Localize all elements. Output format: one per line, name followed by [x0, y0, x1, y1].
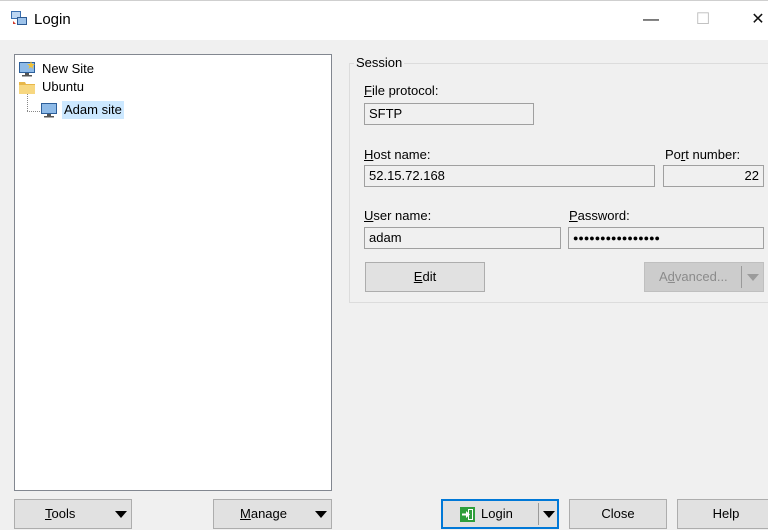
tree-item-label: Ubuntu: [42, 79, 84, 94]
password-input[interactable]: ●●●●●●●●●●●●●●●●: [568, 227, 764, 249]
user-name-input[interactable]: adam: [364, 227, 561, 249]
tree-item-ubuntu[interactable]: Ubuntu: [18, 78, 218, 96]
host-name-input[interactable]: 52.15.72.168: [364, 165, 655, 187]
login-label: Login: [481, 506, 513, 521]
session-group-label: Session: [354, 55, 405, 70]
chevron-down-icon: [543, 511, 555, 518]
advanced-split-separator: [741, 266, 742, 288]
close-button[interactable]: Close: [569, 499, 667, 529]
port-number-label: Port number:: [665, 147, 741, 162]
tree-item-label: New Site: [42, 61, 95, 76]
minimize-button[interactable]: —: [628, 0, 674, 40]
winscp-app-icon: [11, 11, 27, 25]
manage-button[interactable]: Manage: [213, 499, 332, 529]
edit-button[interactable]: Edit: [365, 262, 485, 292]
folder-icon: [19, 82, 35, 94]
tree-connector: [27, 111, 40, 112]
new-site-monitor-icon: [19, 61, 35, 77]
tree-item-label: Adam site: [62, 101, 124, 119]
user-name-label: User name:: [364, 208, 432, 223]
login-split-separator: [538, 503, 539, 525]
host-name-label: Host name:: [364, 147, 431, 162]
chevron-down-icon: [115, 511, 127, 518]
chevron-down-icon: [315, 511, 327, 518]
window-title: Login: [34, 11, 71, 28]
advanced-button[interactable]: Advanced...: [644, 262, 764, 292]
site-tree[interactable]: New Site Ubuntu Adam site: [14, 54, 332, 491]
login-icon: [460, 507, 475, 522]
chevron-down-icon: [747, 274, 759, 281]
maximize-button[interactable]: ☐: [680, 0, 726, 40]
tree-item-new-site[interactable]: New Site: [18, 60, 218, 78]
file-protocol-select[interactable]: SFTP: [364, 103, 534, 125]
login-button[interactable]: Login: [441, 499, 559, 529]
title-bar: Login — ☐ ✕: [0, 0, 768, 40]
password-label: Password:: [569, 208, 630, 223]
tools-button[interactable]: Tools: [14, 499, 132, 529]
close-window-button[interactable]: ✕: [735, 0, 768, 40]
help-button[interactable]: Help: [677, 499, 768, 529]
port-number-input[interactable]: 22: [663, 165, 764, 187]
site-monitor-icon: [41, 103, 57, 118]
tree-item-adam-site[interactable]: Adam site: [40, 101, 240, 119]
tree-connector: [27, 94, 28, 111]
file-protocol-label: File protocol:: [364, 83, 439, 98]
